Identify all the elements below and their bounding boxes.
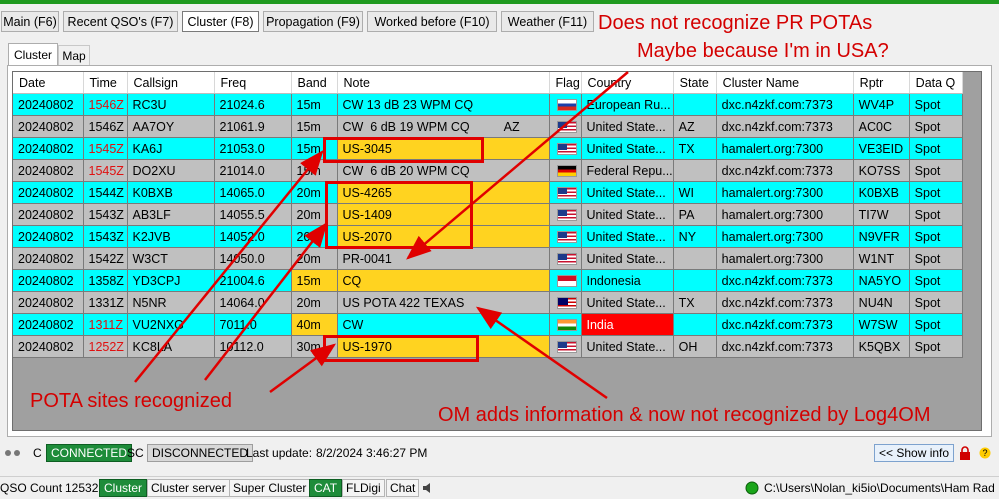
question-icon[interactable]: ? xyxy=(978,444,992,462)
arrow-to-pr0041 xyxy=(406,71,629,260)
fldigi-button[interactable]: FLDigi xyxy=(342,479,385,497)
database-path: C:\Users\Nolan_ki5io\Documents\Ham Rad xyxy=(764,481,995,495)
bottom-status-bar: QSO Count 12532 Cluster Cluster server S… xyxy=(0,476,999,499)
show-info-button[interactable]: << Show info xyxy=(874,444,955,462)
chat-button[interactable]: Chat xyxy=(386,479,420,497)
last-update-value: 8/2/2024 3:46:27 PM xyxy=(316,446,428,460)
dot-icon-1 xyxy=(5,450,11,456)
qso-count-value: 12532 xyxy=(65,481,99,495)
lock-icon[interactable] xyxy=(958,444,972,462)
cluster-server-button[interactable]: Cluster server xyxy=(147,479,230,497)
supercluster-disconnected-button[interactable]: DISCONNECTED xyxy=(147,444,254,462)
dot-icon-2 xyxy=(14,450,20,456)
arrow-to-us1970 xyxy=(269,343,337,394)
svg-text:?: ? xyxy=(982,448,987,458)
speaker-icon[interactable] xyxy=(422,479,436,497)
status-green-dot-icon xyxy=(744,479,760,497)
supercluster-connection-label: SC xyxy=(127,446,144,460)
annotation-arrows xyxy=(134,71,629,400)
qso-count-label: QSO Count xyxy=(0,481,63,495)
arrow-to-us-pota-texas xyxy=(475,306,608,400)
last-update-label: Last update: xyxy=(246,446,313,460)
cluster-status-button[interactable]: Cluster xyxy=(99,479,148,497)
cat-button[interactable]: CAT xyxy=(309,479,343,497)
arrow-to-us-group xyxy=(204,222,328,381)
radio-dots xyxy=(5,444,20,462)
connection-status-bar: C CONNECTED SC DISCONNECTED Last update:… xyxy=(0,443,999,463)
cluster-connection-label: C xyxy=(33,446,42,460)
super-cluster-button[interactable]: Super Cluster xyxy=(229,479,311,497)
cluster-connected-button[interactable]: CONNECTED xyxy=(46,444,133,462)
